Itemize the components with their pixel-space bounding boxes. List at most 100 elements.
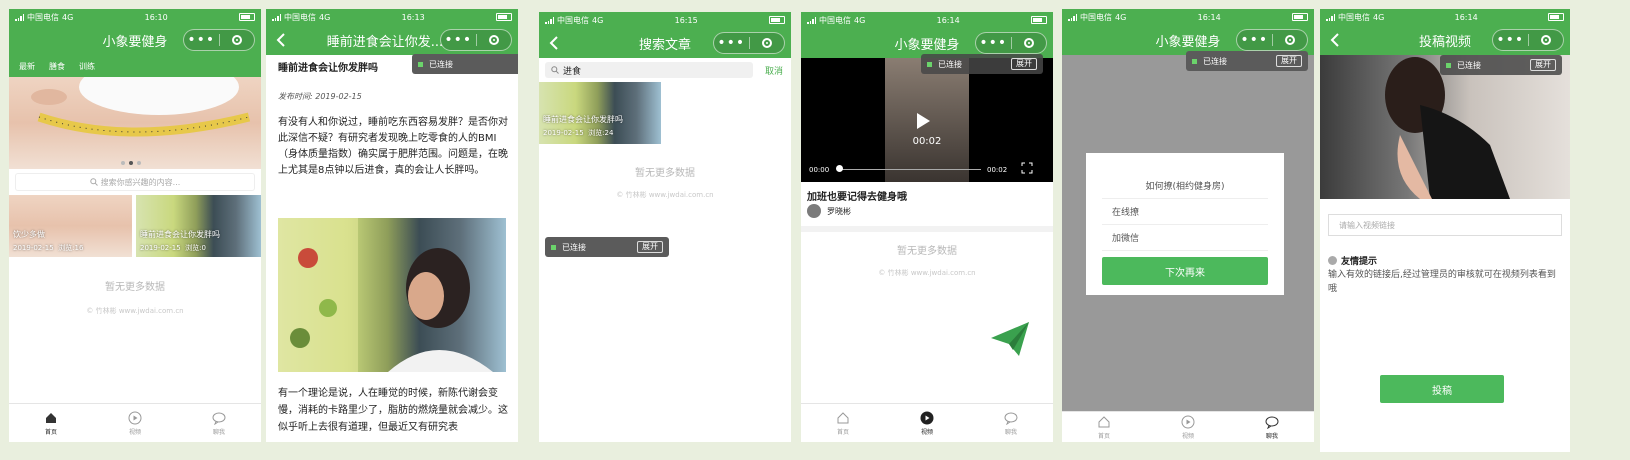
- status-bar: 中国电信 4G 16:14: [1320, 9, 1570, 25]
- fullscreen-icon[interactable]: [1021, 162, 1033, 174]
- search-icon: [551, 66, 559, 74]
- page-title: 投稿视频: [1418, 34, 1471, 50]
- more-icon[interactable]: •••: [714, 36, 749, 50]
- expand-button[interactable]: 展开: [1530, 59, 1556, 71]
- search-result-card[interactable]: 睡前进食会让你发胖吗 2019-02-15 浏览:24: [539, 82, 661, 144]
- battery-icon: [495, 13, 512, 21]
- current-time: 00:00: [809, 166, 830, 174]
- tab-home[interactable]: 首页: [9, 404, 93, 442]
- contact-dialog: 如何撩(相约健身房) 在线撩 加微信 下次再来: [1086, 153, 1284, 295]
- progress-thumb[interactable]: [836, 165, 843, 172]
- battery-icon: [1030, 16, 1047, 24]
- phone-screen-home: 中国电信 4G 16:10 小象要健身 ••• 最新 膳食 训练 搜索你感兴趣的内…: [9, 9, 261, 442]
- capsule-menu[interactable]: •••: [183, 29, 255, 51]
- avatar[interactable]: [807, 204, 821, 218]
- woman-portrait-illustration: [1385, 57, 1510, 199]
- tab-message[interactable]: 聊我: [969, 404, 1053, 442]
- article-image: [278, 218, 506, 372]
- video-link-input[interactable]: 请输入视频链接: [1328, 214, 1562, 236]
- phone-screen-article: 中国电信4G 16:13 睡前进食会让你发... ••• 已连接展开 睡前进食会…: [266, 9, 518, 442]
- close-mini-program-icon[interactable]: [1273, 35, 1308, 45]
- progress-track[interactable]: [839, 169, 981, 170]
- article-card[interactable]: 饮少多做 2019-02-15 浏览:16: [9, 195, 132, 257]
- option-online-chat[interactable]: 在线撩: [1102, 198, 1268, 224]
- tab-latest[interactable]: 最新: [19, 61, 35, 72]
- banner-image[interactable]: [9, 77, 261, 169]
- capsule-menu[interactable]: •••: [440, 29, 512, 51]
- capsule-menu[interactable]: •••: [1492, 29, 1564, 51]
- expand-button[interactable]: 展开: [637, 241, 663, 253]
- play-icon[interactable]: [911, 110, 933, 132]
- chat-icon: [1004, 412, 1018, 425]
- battery-icon: [1291, 13, 1308, 21]
- debug-connection-badge: 已连接展开: [1440, 55, 1562, 75]
- author-row[interactable]: 罗晓彬: [807, 204, 851, 218]
- battery-icon: [238, 13, 255, 21]
- tab-home[interactable]: 首页: [801, 404, 885, 442]
- tab-diet[interactable]: 膳食: [49, 61, 65, 72]
- status-bar: 中国电信 4G 16:14: [1062, 9, 1314, 25]
- tip-header: 友情提示: [1328, 254, 1377, 267]
- debug-connection-badge: 已连接展开: [1186, 51, 1308, 71]
- more-icon[interactable]: •••: [184, 33, 219, 47]
- play-time: 00:02: [912, 136, 942, 147]
- submit-button[interactable]: 投稿: [1380, 375, 1504, 403]
- tab-bar: 首页 视频 聊我: [9, 403, 261, 442]
- category-tabs: 最新 膳食 训练: [9, 55, 261, 77]
- later-button[interactable]: 下次再来: [1102, 257, 1268, 285]
- tab-training[interactable]: 训练: [79, 61, 95, 72]
- back-arrow-icon[interactable]: [274, 31, 288, 49]
- page-title: 小象要健身: [894, 37, 960, 53]
- page-title: 睡前进食会让你发...: [326, 34, 444, 50]
- tab-home[interactable]: 首页: [1062, 412, 1146, 442]
- expand-button[interactable]: 展开: [1276, 55, 1302, 67]
- video-title: 加班也要记得去健身哦: [807, 192, 907, 203]
- page-title: 小象要健身: [1155, 34, 1221, 50]
- back-arrow-icon[interactable]: [547, 34, 561, 52]
- home-icon: [46, 412, 56, 423]
- article-card[interactable]: 睡前进食会让你发胖吗 2019-02-15 浏览:0: [136, 195, 261, 257]
- search-input[interactable]: 进食: [545, 62, 753, 78]
- article-title: 睡前进食会让你发胖吗: [278, 63, 378, 74]
- battery-icon: [768, 16, 785, 24]
- page-title: 小象要健身: [102, 34, 168, 50]
- close-mini-program-icon[interactable]: [750, 38, 785, 48]
- more-icon[interactable]: •••: [1237, 33, 1272, 47]
- home-icon: [1098, 415, 1110, 427]
- duration: 00:02: [987, 166, 1008, 174]
- copyright: © 竹林彬 www.jwdai.com.cn: [616, 191, 714, 199]
- video-icon: [128, 411, 142, 424]
- tab-message[interactable]: 聊我: [1230, 412, 1314, 442]
- search-bar[interactable]: 搜索你感兴趣的内容...: [15, 173, 255, 191]
- more-icon[interactable]: •••: [441, 33, 476, 47]
- close-mini-program-icon[interactable]: [1529, 35, 1564, 45]
- nav-bar: 投稿视频 •••: [1320, 25, 1570, 55]
- capsule-menu[interactable]: •••: [713, 32, 785, 54]
- close-mini-program-icon[interactable]: [1012, 38, 1047, 48]
- more-icon[interactable]: •••: [976, 36, 1011, 50]
- close-mini-program-icon[interactable]: [477, 35, 512, 45]
- tab-video[interactable]: 视频: [885, 404, 969, 442]
- status-bar: 中国电信 4G 16:10: [9, 9, 261, 25]
- capsule-menu[interactable]: •••: [975, 32, 1047, 54]
- tab-bar: 首页 视频 聊我: [1062, 411, 1314, 442]
- article-paragraph: 有一个理论是说，人在睡觉的时候，新陈代谢会变慢，消耗的卡路里少了，脂肪的燃烧量就…: [278, 388, 508, 433]
- carousel-dots: [121, 161, 141, 165]
- back-arrow-icon[interactable]: [1328, 31, 1342, 49]
- more-icon[interactable]: •••: [1493, 33, 1528, 47]
- send-paper-plane-icon[interactable]: [989, 320, 1031, 358]
- cancel-button[interactable]: 取消: [765, 64, 783, 77]
- capsule-menu[interactable]: •••: [1236, 29, 1308, 51]
- close-mini-program-icon[interactable]: [220, 35, 255, 45]
- empty-text: 暂无更多数据: [105, 282, 165, 293]
- home-icon: [837, 411, 849, 423]
- option-add-wechat[interactable]: 加微信: [1102, 224, 1268, 251]
- chat-icon: [212, 412, 226, 425]
- video-player[interactable]: 00:02 00:00 00:02: [801, 58, 1053, 182]
- tab-message[interactable]: 聊我: [177, 404, 261, 442]
- tab-video[interactable]: 视频: [93, 404, 177, 442]
- expand-button[interactable]: 展开: [1011, 58, 1037, 70]
- nav-bar: 小象要健身 •••: [9, 25, 261, 55]
- phone-screen-submit-video: 中国电信 4G 16:14 投稿视频 ••• 已连接 展开 请输入视频链接 友情提示…: [1320, 9, 1570, 452]
- tab-video[interactable]: 视频: [1146, 412, 1230, 442]
